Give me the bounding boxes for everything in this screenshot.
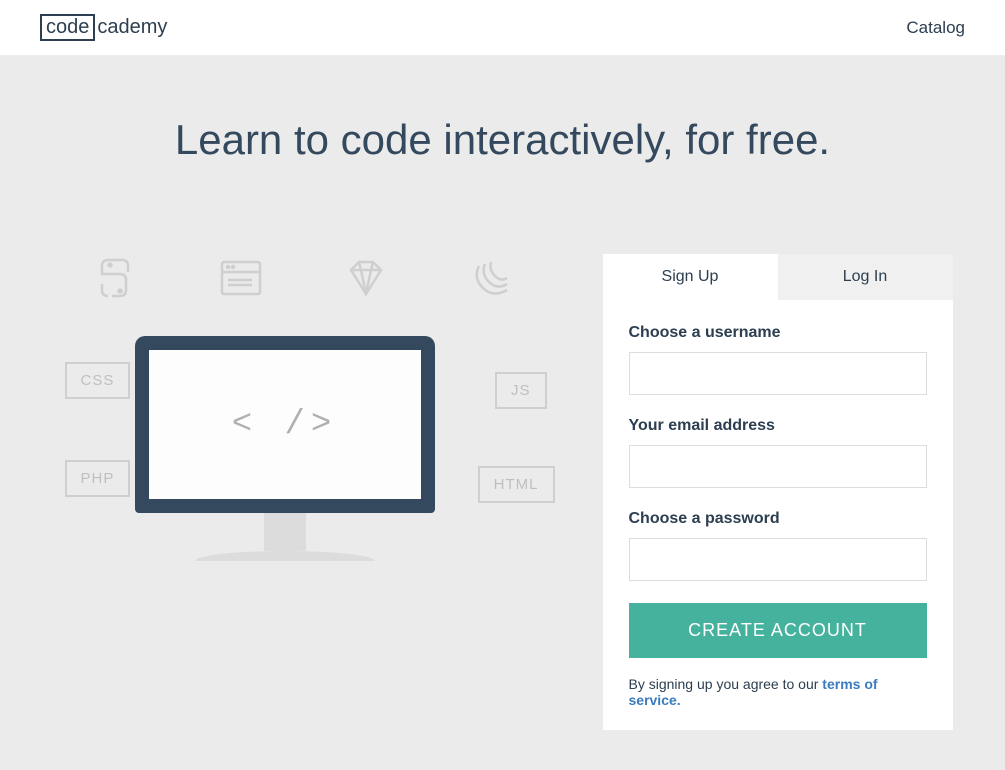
terms-text: By signing up you agree to our terms of … [629,676,927,708]
password-input[interactable] [629,538,927,581]
email-input[interactable] [629,445,927,488]
terms-prefix: By signing up you agree to our [629,676,823,692]
jquery-icon [467,254,517,309]
tag-js: JS [495,372,547,409]
username-input[interactable] [629,352,927,395]
create-account-button[interactable]: CREATE ACCOUNT [629,603,927,658]
tab-login[interactable]: Log In [778,254,953,300]
browser-window-icon [216,254,266,309]
hero-section: Learn to code interactively, for free. [0,56,1005,770]
logo-rest-text: cademy [97,16,167,39]
logo[interactable]: codecademy [40,14,167,41]
icon-row [53,254,555,309]
header: codecademy Catalog [0,0,1005,56]
python-icon [90,254,140,309]
illustration: CSS JS PHP HTML < /> [53,254,555,574]
username-label: Choose a username [629,324,927,342]
nav-catalog-link[interactable]: Catalog [906,18,965,38]
signup-form: Choose a username Your email address Cho… [603,300,953,730]
monitor-stand [264,513,306,551]
signup-card: Sign Up Log In Choose a username Your em… [603,254,953,730]
tag-html: HTML [478,466,555,503]
password-label: Choose a password [629,510,927,528]
hero-title: Learn to code interactively, for free. [40,116,965,164]
tag-css: CSS [65,362,131,399]
ruby-diamond-icon [341,254,391,309]
monitor-base [195,551,375,561]
tag-php: PHP [65,460,131,497]
monitor-screen: < /> [149,350,421,499]
auth-tabs: Sign Up Log In [603,254,953,300]
content-row: CSS JS PHP HTML < /> Sign Up Log In Choo… [53,254,953,730]
logo-boxed-text: code [40,14,95,41]
monitor-frame: < /> [135,336,435,513]
monitor-illustration: < /> [135,336,435,561]
email-label: Your email address [629,417,927,435]
tab-signup[interactable]: Sign Up [603,254,778,300]
